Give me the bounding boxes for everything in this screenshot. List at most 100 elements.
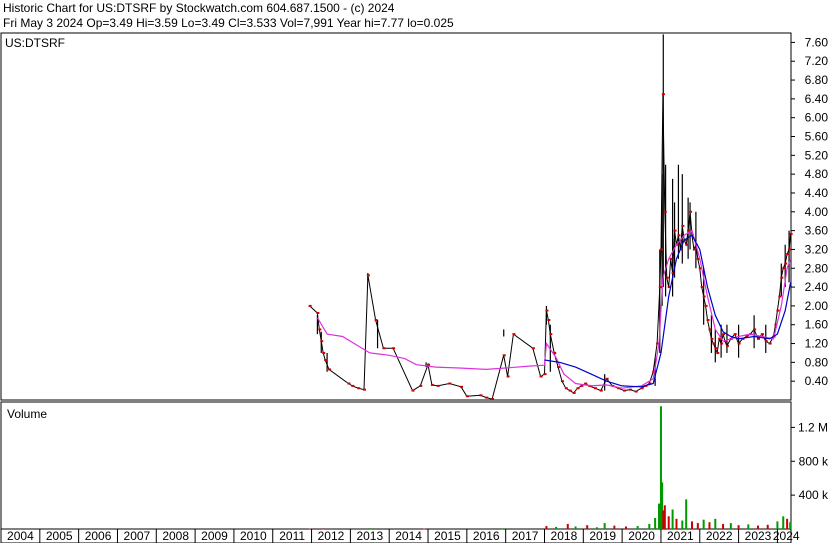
x-axis-year-label: 2023 bbox=[745, 529, 772, 543]
stock-chart-screen: Historic Chart for US:DTSRF by Stockwatc… bbox=[0, 0, 830, 543]
x-axis-year-label: 2008 bbox=[162, 529, 189, 543]
price-y-axis: 0.40 0.80 1.20 1.60 2.00 2.40 2.80 3.20 3.60 4.00… bbox=[791, 35, 828, 388]
x-axis-year-label: 2021 bbox=[667, 529, 694, 543]
price-close-point bbox=[757, 337, 761, 340]
price-y-tick-label: 3.60 bbox=[805, 224, 829, 238]
price-y-tick-label: 1.60 bbox=[805, 318, 829, 332]
volume-bar bbox=[625, 526, 628, 529]
price-close-point bbox=[531, 347, 535, 350]
price-close-point bbox=[692, 248, 696, 251]
series-ma-long-line bbox=[544, 234, 792, 388]
price-close-point bbox=[362, 388, 366, 391]
price-y-tick-label: 5.60 bbox=[805, 130, 829, 144]
volume-bar bbox=[322, 528, 325, 530]
x-axis-year-label: 2016 bbox=[473, 529, 500, 543]
price-close-point bbox=[786, 253, 790, 256]
price-close-point bbox=[324, 359, 328, 362]
x-axis-year-label: 2019 bbox=[589, 529, 616, 543]
price-close-point bbox=[760, 333, 764, 336]
price-close-point bbox=[665, 276, 669, 279]
price-close-point bbox=[322, 351, 326, 354]
volume-bar bbox=[685, 499, 688, 529]
volume-y-tick-label: 400 k bbox=[799, 488, 829, 502]
price-close-point bbox=[411, 389, 415, 392]
price-close-point bbox=[465, 395, 469, 398]
price-close-point bbox=[605, 377, 609, 380]
volume-bar bbox=[766, 524, 769, 529]
volume-y-tick-label: 800 k bbox=[799, 454, 829, 468]
x-axis-year-label: 2012 bbox=[318, 529, 345, 543]
price-y-tick-label: 3.20 bbox=[805, 242, 829, 256]
price-close-point bbox=[564, 387, 568, 390]
price-close-point bbox=[419, 384, 423, 387]
price-close-point bbox=[708, 328, 712, 331]
price-y-tick-label: 2.40 bbox=[805, 280, 829, 294]
volume-bar bbox=[708, 522, 711, 529]
volume-bar bbox=[675, 518, 678, 529]
x-axis-year-label: 2004 bbox=[7, 529, 34, 543]
x-axis-year-label: 2018 bbox=[551, 529, 578, 543]
price-panel-label: US:DTSRF bbox=[5, 36, 65, 50]
price-y-tick-label: 4.80 bbox=[805, 167, 829, 181]
price-y-tick-label: 4.00 bbox=[805, 205, 829, 219]
price-close-point bbox=[663, 210, 667, 213]
x-axis-year-label: 2020 bbox=[628, 529, 655, 543]
x-axis-year-label: 2014 bbox=[395, 529, 422, 543]
price-close-point bbox=[714, 347, 718, 350]
price-close-point bbox=[716, 351, 720, 354]
volume-bar bbox=[757, 525, 760, 529]
volume-bar bbox=[747, 524, 750, 529]
volume-bar bbox=[500, 528, 503, 530]
price-close-point bbox=[661, 93, 665, 96]
x-axis-year-label: 2005 bbox=[46, 529, 73, 543]
price-close-point bbox=[543, 373, 547, 376]
volume-bar bbox=[737, 525, 740, 529]
price-close-point bbox=[436, 384, 440, 387]
price-close-point bbox=[689, 210, 693, 213]
volume-bar bbox=[566, 523, 569, 529]
x-axis-year-label: 2022 bbox=[706, 529, 733, 543]
price-close-point bbox=[347, 382, 351, 385]
price-close-point bbox=[780, 276, 784, 279]
price-close-point bbox=[491, 398, 495, 401]
stock-chart-svg: Historic Chart for US:DTSRF by Stockwatc… bbox=[0, 1, 829, 543]
price-close-point bbox=[357, 387, 361, 390]
volume-bar bbox=[667, 516, 670, 529]
volume-bar bbox=[722, 523, 725, 529]
volume-bar bbox=[648, 523, 651, 529]
volume-bar bbox=[663, 505, 666, 529]
price-y-tick-label: 1.20 bbox=[805, 337, 829, 351]
volume-bar bbox=[776, 521, 779, 529]
price-close-point bbox=[460, 385, 464, 388]
volume-bar bbox=[603, 523, 606, 529]
price-close-point bbox=[710, 337, 714, 340]
price-y-tick-label: 6.40 bbox=[805, 92, 829, 106]
price-y-tick-label: 0.40 bbox=[805, 374, 829, 388]
price-close-point bbox=[737, 342, 741, 345]
price-close-point bbox=[640, 387, 644, 390]
price-close-point bbox=[788, 248, 792, 251]
price-y-tick-label: 4.40 bbox=[805, 186, 829, 200]
volume-bar bbox=[423, 528, 426, 530]
price-close-point bbox=[479, 394, 483, 397]
x-axis-year-label: 2024 bbox=[773, 529, 800, 543]
price-close-point bbox=[374, 319, 378, 322]
price-close-point bbox=[764, 340, 768, 343]
volume-bar bbox=[789, 522, 792, 529]
x-axis-year-label: 2015 bbox=[434, 529, 461, 543]
price-close-point bbox=[778, 295, 782, 298]
volume-bar bbox=[636, 526, 639, 529]
price-y-tick-label: 6.00 bbox=[805, 111, 829, 125]
price-close-point bbox=[572, 391, 576, 394]
price-close-point bbox=[506, 375, 510, 378]
volume-panel-label: Volume bbox=[7, 407, 47, 421]
price-close-point bbox=[720, 342, 724, 345]
price-close-point bbox=[547, 319, 551, 322]
price-close-point bbox=[576, 387, 580, 390]
price-close-point bbox=[427, 363, 431, 366]
price-close-point bbox=[485, 396, 489, 399]
price-close-point bbox=[673, 229, 677, 232]
volume-bar bbox=[613, 525, 616, 529]
price-close-point bbox=[677, 234, 681, 237]
price-close-point bbox=[784, 262, 788, 265]
